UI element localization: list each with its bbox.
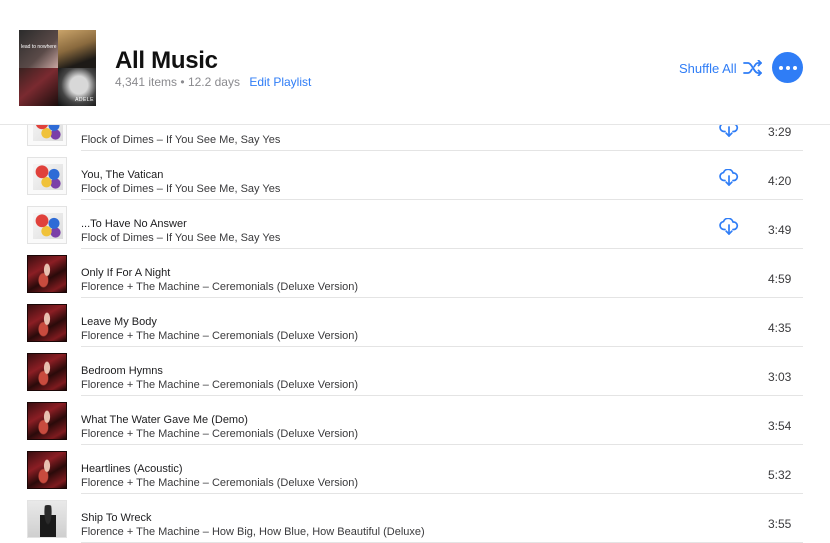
track-row[interactable]: You, The Vatican Flock of Dimes – If You … bbox=[0, 151, 830, 200]
track-row[interactable]: Heartlines (Acoustic) Florence + The Mach… bbox=[0, 445, 830, 494]
track-artist-album: Flock of Dimes – If You See Me, Say Yes bbox=[81, 134, 281, 146]
edit-playlist-link[interactable]: Edit Playlist bbox=[249, 75, 311, 89]
track-duration: 4:20 bbox=[768, 174, 792, 188]
album-artwork bbox=[27, 451, 67, 489]
track-artist-album: Florence + The Machine – Ceremonials (De… bbox=[81, 428, 359, 440]
meta-bullet: • bbox=[180, 75, 185, 89]
shuffle-all-button[interactable]: Shuffle All bbox=[679, 60, 763, 76]
track-title: Only If For A Night bbox=[81, 267, 171, 279]
shuffle-icon bbox=[742, 60, 762, 76]
album-artwork bbox=[27, 353, 67, 391]
ellipsis-dot bbox=[792, 65, 797, 70]
track-row[interactable]: What The Water Gave Me (Demo) Florence + … bbox=[0, 396, 830, 445]
track-artist-album: Florence + The Machine – Ceremonials (De… bbox=[81, 330, 359, 342]
album-artwork bbox=[27, 500, 67, 538]
track-duration: 3:55 bbox=[768, 517, 792, 531]
track-duration: 3:03 bbox=[768, 370, 792, 384]
album-artwork bbox=[27, 255, 67, 293]
track-title: You, The Vatican bbox=[81, 169, 164, 181]
playlist-header: lead to nowhere ADELE All Music 4,341 it… bbox=[0, 0, 830, 125]
track-duration: 3:54 bbox=[768, 419, 792, 433]
album-artwork bbox=[27, 402, 67, 440]
shuffle-all-label: Shuffle All bbox=[679, 60, 737, 76]
track-artist-album: Florence + The Machine – How Big, How Bl… bbox=[81, 526, 425, 538]
track-title: Heartlines (Acoustic) bbox=[81, 463, 183, 475]
track-row[interactable]: Leave My Body Florence + The Machine – Ce… bbox=[0, 298, 830, 347]
album-artwork bbox=[27, 304, 67, 342]
track-duration: 3:29 bbox=[768, 125, 792, 139]
track-artist-album: Florence + The Machine – Ceremonials (De… bbox=[81, 477, 359, 489]
album-artwork bbox=[27, 206, 67, 244]
track-duration: 5:32 bbox=[768, 468, 792, 482]
track-title: ...To Have No Answer bbox=[81, 218, 187, 230]
more-options-button[interactable] bbox=[772, 52, 803, 83]
artwork-text: ADELE bbox=[75, 97, 94, 103]
ellipsis-dot bbox=[785, 65, 790, 70]
track-row[interactable]: Ship To Wreck Florence + The Machine – Ho… bbox=[0, 494, 830, 543]
track-list: Flock of Dimes – If You See Me, Say Yes 3… bbox=[0, 102, 830, 543]
playlist-artwork: lead to nowhere ADELE bbox=[19, 30, 96, 106]
artwork-tile: ADELE bbox=[57, 68, 96, 106]
track-artist-album: Flock of Dimes – If You See Me, Say Yes bbox=[81, 183, 281, 195]
track-title: Ship To Wreck bbox=[81, 512, 152, 524]
artwork-tile: lead to nowhere bbox=[19, 30, 58, 68]
playlist-duration: 12.2 days bbox=[187, 75, 240, 89]
track-title: Leave My Body bbox=[81, 316, 157, 328]
track-row[interactable]: Only If For A Night Florence + The Machin… bbox=[0, 249, 830, 298]
download-icon[interactable] bbox=[719, 217, 739, 235]
track-title: Bedroom Hymns bbox=[81, 365, 163, 377]
artwork-tile bbox=[19, 68, 58, 106]
track-duration: 3:49 bbox=[768, 223, 792, 237]
track-artist-album: Florence + The Machine – Ceremonials (De… bbox=[81, 281, 359, 293]
track-title: What The Water Gave Me (Demo) bbox=[81, 414, 248, 426]
playlist-title: All Music bbox=[115, 47, 218, 74]
track-artist-album: Florence + The Machine – Ceremonials (De… bbox=[81, 379, 359, 391]
item-count: 4,341 items bbox=[115, 75, 178, 89]
track-duration: 4:59 bbox=[768, 272, 792, 286]
playlist-meta: 4,341 items • 12.2 days Edit Playlist bbox=[115, 75, 311, 89]
artwork-tile bbox=[57, 30, 96, 68]
download-icon[interactable] bbox=[719, 168, 739, 186]
track-row[interactable]: ...To Have No Answer Flock of Dimes – If … bbox=[0, 200, 830, 249]
track-duration: 4:35 bbox=[768, 321, 792, 335]
track-artist-album: Flock of Dimes – If You See Me, Say Yes bbox=[81, 232, 281, 244]
ellipsis-icon bbox=[778, 65, 783, 70]
album-artwork bbox=[27, 157, 67, 195]
artwork-text: lead to nowhere bbox=[21, 44, 57, 50]
track-row[interactable]: Bedroom Hymns Florence + The Machine – Ce… bbox=[0, 347, 830, 396]
